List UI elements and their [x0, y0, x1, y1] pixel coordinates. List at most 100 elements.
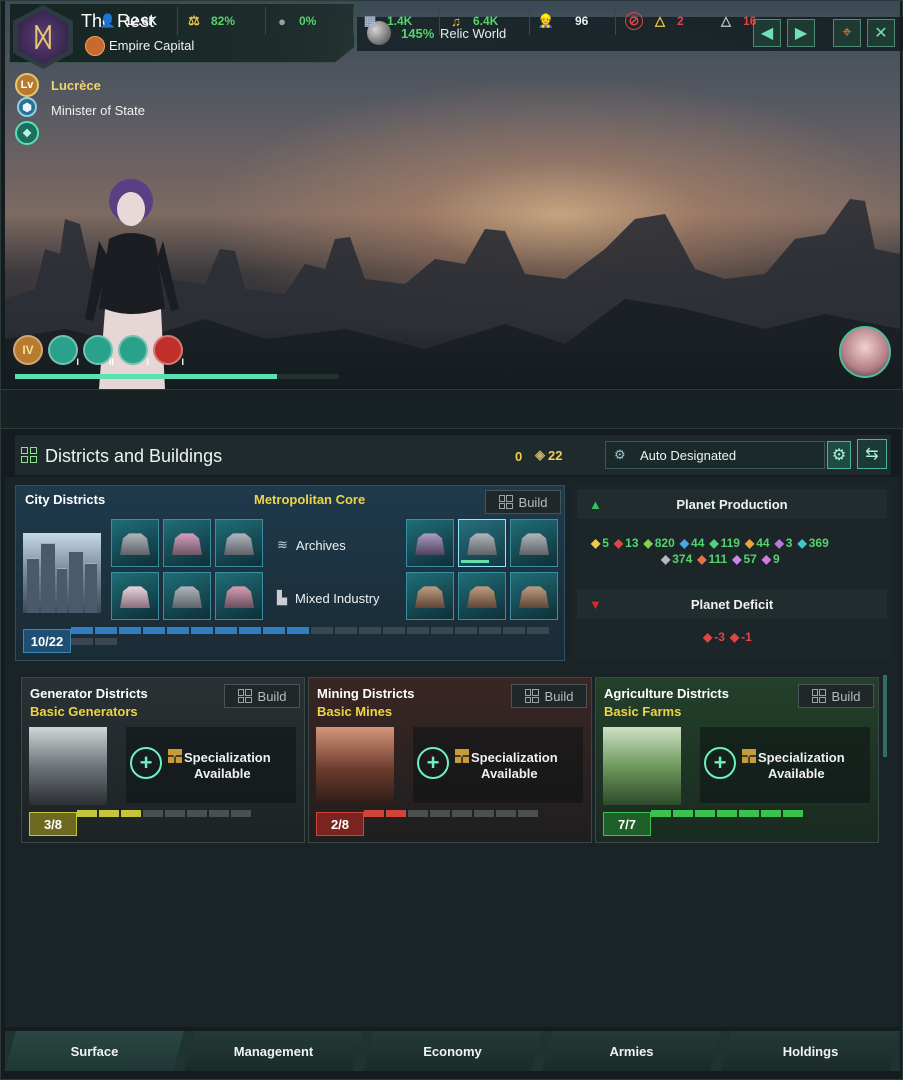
city-specialization[interactable]: Metropolitan Core — [254, 492, 365, 507]
gas-income[interactable]: ◆ 57 — [732, 552, 757, 566]
motes-income[interactable]: ◆ 9 — [762, 552, 780, 566]
district-build-button[interactable]: Build — [511, 684, 587, 708]
industry-zone-icon: ▙ — [277, 590, 287, 605]
build-icon — [237, 689, 252, 703]
district-pip-filled — [143, 627, 165, 634]
resettle-button[interactable]: ⇆ — [857, 439, 887, 469]
building-slot[interactable] — [510, 519, 558, 567]
building-slot[interactable] — [163, 572, 211, 620]
stat-housing[interactable]: ♫ 6.4K — [447, 11, 498, 31]
district-image[interactable] — [29, 727, 107, 805]
goods-income[interactable]: ◆ 111 — [697, 552, 727, 566]
building-slot[interactable] — [406, 519, 454, 567]
tab-surface[interactable]: Surface — [5, 1031, 184, 1071]
stat-stability[interactable]: ⚖ 82% — [185, 11, 235, 31]
district-build-button[interactable]: Build — [798, 684, 874, 708]
tab-economy[interactable]: Economy — [363, 1031, 542, 1071]
district-pip-empty — [503, 627, 525, 634]
designation-dropdown[interactable]: ⚙ Auto Designated — [605, 441, 825, 469]
stat-pops[interactable]: 👤 12.6K — [99, 11, 157, 31]
energy-income[interactable]: ◆ 5 — [591, 536, 609, 550]
governor-level-icon[interactable]: Lv — [15, 73, 39, 97]
city-district-count: 10/22 — [23, 629, 71, 653]
crystal-income[interactable]: ◆ 13 — [614, 536, 639, 550]
city-district-image[interactable] — [23, 533, 101, 613]
production-header-label: Planet Production — [676, 496, 788, 512]
stat-crime[interactable]: ● 0% — [273, 11, 316, 31]
designation-settings-button[interactable]: ⚙ — [827, 441, 851, 469]
zone-mixed-industry[interactable]: ▙ Mixed Industry — [277, 590, 380, 606]
district-pip-filled — [191, 627, 213, 634]
leaf-trait-icon[interactable]: II — [83, 335, 114, 367]
income-row-1: ◆ 5 ◆ 13 ◆ 820 ◆ 44 ◆ 119 ◆ 44 ◆ 3 ◆ 369 — [591, 536, 881, 550]
building-slot[interactable] — [111, 519, 159, 567]
leaf-trait-icon[interactable]: I — [48, 335, 79, 367]
add-specialization-icon[interactable]: + — [130, 747, 162, 779]
district-image[interactable] — [316, 727, 394, 805]
building-slot[interactable] — [215, 519, 263, 567]
income-row-2: ◆ 374 ◆ 111 ◆ 57 ◆ 9 — [661, 552, 881, 566]
governor-title: Minister of State — [51, 103, 145, 118]
previous-planet-button[interactable]: ◀ — [753, 19, 781, 47]
add-specialization-icon[interactable]: + — [704, 747, 736, 779]
governor-name[interactable]: Lucrèce — [51, 78, 101, 93]
next-planet-button[interactable]: ▶ — [787, 19, 815, 47]
district-type-specialization[interactable]: Basic Mines — [317, 704, 392, 719]
building-slots[interactable]: ◈ 22 — [535, 447, 562, 463]
stat-devastation[interactable]: ⊘ △ 2 — [625, 11, 684, 31]
engineering-income[interactable]: ◆ 44 — [745, 536, 770, 550]
physics-income[interactable]: ◆ 44 — [680, 536, 705, 550]
district-pip-filled — [121, 810, 141, 817]
building-slot[interactable] — [111, 572, 159, 620]
pops-value: 12.6K — [125, 14, 158, 28]
hammer-trait-icon[interactable]: I — [118, 335, 149, 367]
zone-archives[interactable]: ≋ Archives — [277, 537, 346, 553]
district-image[interactable] — [603, 727, 681, 805]
building-slot[interactable] — [215, 572, 263, 620]
add-specialization-icon[interactable]: + — [417, 747, 449, 779]
tab-holdings[interactable]: Holdings — [721, 1031, 900, 1071]
focus-camera-button[interactable]: ⌖ — [833, 19, 861, 47]
food-income[interactable]: ◆ 820 — [644, 536, 675, 550]
district-count: 7/7 — [603, 812, 651, 836]
close-button[interactable]: ✕ — [867, 19, 895, 47]
sector-focus-icon[interactable]: ❖ — [15, 121, 39, 145]
flame-income[interactable]: ◆ -1 — [730, 630, 752, 644]
building-slot-upgrading[interactable] — [458, 519, 506, 567]
trade-income[interactable]: ◆ 369 — [797, 536, 828, 550]
society-income[interactable]: ◆ 119 — [709, 536, 740, 550]
species-portrait[interactable] — [839, 326, 891, 378]
specialization-available-text: Specialization Available — [471, 750, 558, 782]
building-slot[interactable] — [458, 572, 506, 620]
district-type-specialization[interactable]: Basic Farms — [604, 704, 681, 719]
fist-trait-icon[interactable]: I — [153, 335, 184, 367]
building-slot[interactable] — [163, 519, 211, 567]
tab-armies[interactable]: Armies — [542, 1031, 721, 1071]
unity-income[interactable]: ◆ 3 — [775, 536, 793, 550]
designation-label: Auto Designated — [640, 447, 737, 463]
income-value: 44 — [691, 536, 705, 550]
stat-jobs[interactable]: 👷 96 — [537, 11, 588, 31]
building-slot[interactable] — [510, 572, 558, 620]
goods-icon: ◆ — [697, 552, 707, 566]
planet-designation[interactable]: Empire Capital — [109, 38, 194, 53]
city-build-button[interactable]: Build — [485, 490, 561, 514]
physics-icon: ◆ — [679, 536, 690, 550]
warning-triangle-icon: △ — [655, 13, 665, 28]
alloy-income[interactable]: ◆ 374 — [661, 552, 692, 566]
build-icon — [498, 495, 513, 509]
stat-amenities[interactable]: ▦ 1.4K — [361, 11, 413, 31]
level-badge-icon[interactable]: IV — [13, 335, 43, 365]
devastation-value: 2 — [677, 14, 684, 28]
tab-management[interactable]: Management — [184, 1031, 363, 1071]
stat-unemployment[interactable]: △ 16 — [717, 11, 756, 31]
minerals-income[interactable]: ◆ -3 — [703, 630, 725, 644]
scrollbar[interactable] — [883, 675, 887, 757]
unemployment-value: 16 — [743, 14, 757, 28]
building-slot[interactable] — [406, 572, 454, 620]
district-pip-filled — [717, 810, 737, 817]
district-pip-empty — [209, 810, 229, 817]
district-build-button[interactable]: Build — [224, 684, 300, 708]
stability-value: 82% — [211, 14, 236, 28]
district-type-specialization[interactable]: Basic Generators — [30, 704, 138, 719]
